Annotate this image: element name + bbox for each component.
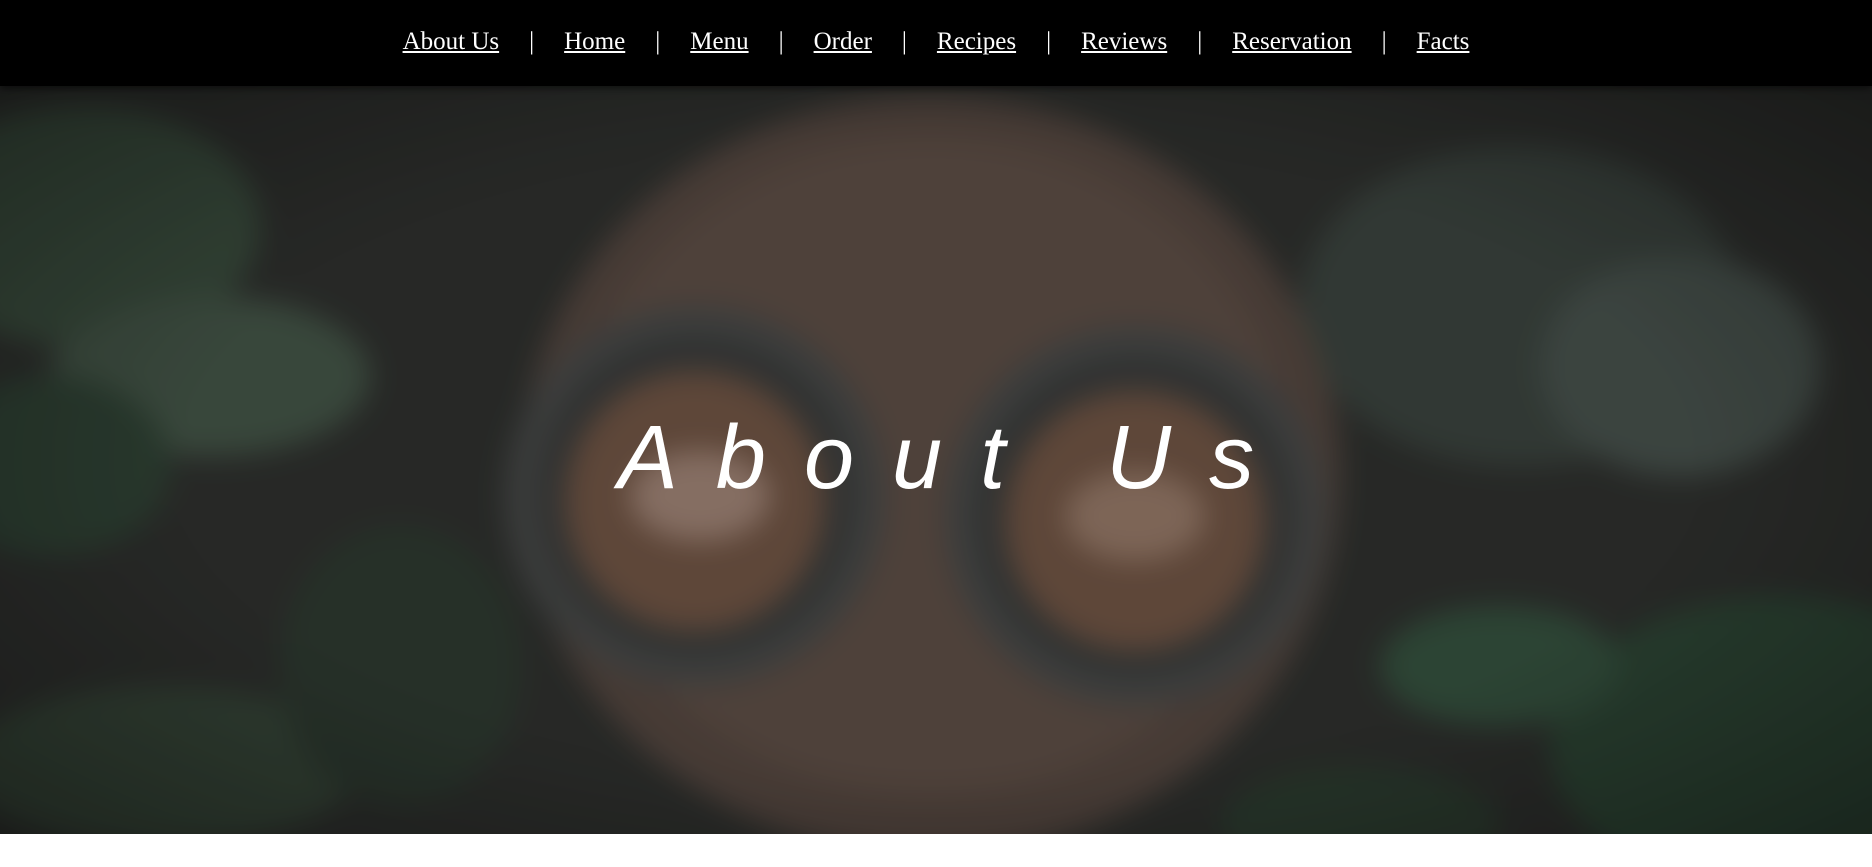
nav-separator: | — [529, 28, 535, 55]
nav-separator: | — [1197, 28, 1203, 55]
nav-separator: | — [1381, 28, 1387, 55]
top-navbar: About Us | Home | Menu | Order | Recipes… — [0, 0, 1872, 86]
nav-separator: | — [655, 28, 661, 55]
nav-separator: | — [1046, 28, 1052, 55]
nav-separator: | — [901, 28, 907, 55]
nav-link-home[interactable]: Home — [564, 28, 625, 56]
nav-separator: | — [778, 28, 784, 55]
nav-link-about-us[interactable]: About Us — [403, 28, 500, 56]
nav-link-reservation[interactable]: Reservation — [1232, 28, 1351, 56]
hero-banner: About Us — [0, 86, 1872, 834]
nav-link-recipes[interactable]: Recipes — [937, 28, 1016, 56]
nav-link-order[interactable]: Order — [814, 28, 872, 56]
page-bottom-area — [0, 834, 1872, 867]
nav-list: About Us | Home | Menu | Order | Recipes… — [403, 28, 1470, 56]
nav-link-reviews[interactable]: Reviews — [1081, 28, 1167, 56]
hero-title: About Us — [617, 408, 1293, 508]
nav-link-menu[interactable]: Menu — [690, 28, 748, 56]
nav-link-facts[interactable]: Facts — [1417, 28, 1470, 56]
